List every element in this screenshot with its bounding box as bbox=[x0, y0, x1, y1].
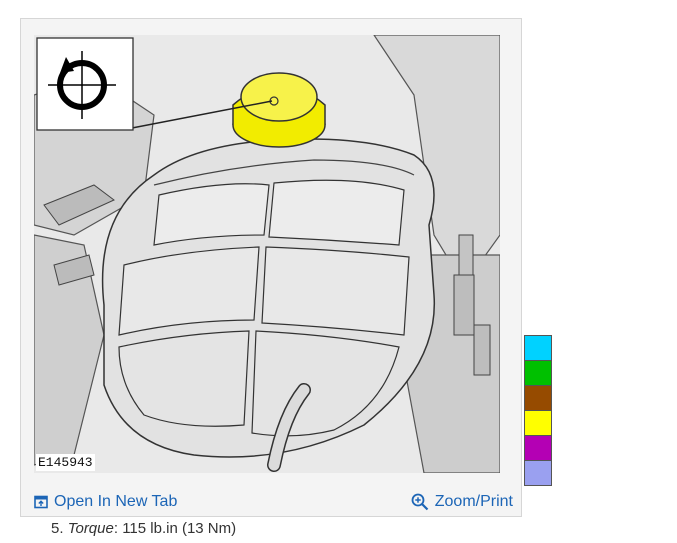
swatch-yellow[interactable] bbox=[524, 410, 552, 436]
swatch-cyan[interactable] bbox=[524, 335, 552, 361]
torque-label: Torque bbox=[67, 520, 114, 537]
open-in-new-tab-link[interactable]: Open In New Tab bbox=[34, 493, 177, 511]
step-separator: : bbox=[113, 520, 119, 537]
color-swatch-bar bbox=[524, 335, 552, 486]
step-number: 5. bbox=[51, 520, 64, 537]
swatch-magenta[interactable] bbox=[524, 435, 552, 461]
coolant-reservoir-illustration bbox=[34, 35, 500, 473]
figure-card: E145943 Open In New Tab Zoom/Print bbox=[20, 18, 522, 517]
figure-id-label: E145943 bbox=[36, 454, 95, 471]
zoom-print-link[interactable]: Zoom/Print bbox=[411, 493, 513, 511]
figure-link-row: Open In New Tab Zoom/Print bbox=[34, 491, 513, 513]
figure-illustration[interactable]: E145943 bbox=[34, 35, 500, 473]
swatch-brown[interactable] bbox=[524, 385, 552, 411]
torque-value: 115 lb.in (13 Nm) bbox=[122, 520, 237, 537]
open-in-new-tab-label: Open In New Tab bbox=[54, 493, 178, 510]
zoom-print-label: Zoom/Print bbox=[434, 493, 513, 510]
swatch-lavender[interactable] bbox=[524, 460, 552, 486]
torque-step: 5. Torque: 115 lb.in (13 Nm) bbox=[51, 520, 236, 537]
open-new-tab-icon bbox=[34, 495, 48, 509]
swatch-green[interactable] bbox=[524, 360, 552, 386]
zoom-in-icon bbox=[411, 493, 429, 511]
